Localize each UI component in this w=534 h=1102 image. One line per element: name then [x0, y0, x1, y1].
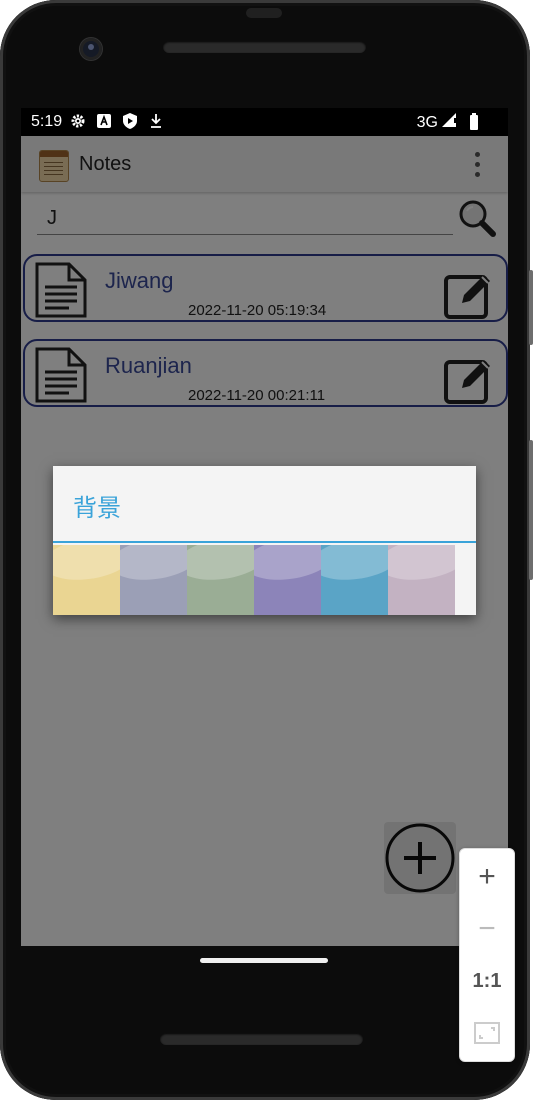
battery-icon — [470, 113, 478, 130]
zoom-controls: + − 1:1 — [459, 848, 515, 1062]
actual-size-button[interactable]: 1:1 — [460, 957, 514, 1005]
swatch-pink[interactable] — [388, 545, 455, 615]
background-picker-dialog: 背景 — [53, 466, 476, 615]
fit-screen-icon[interactable] — [460, 1009, 514, 1057]
shield-icon — [122, 113, 138, 129]
swatch-grey-blue[interactable] — [120, 545, 187, 615]
front-camera-icon — [80, 38, 102, 60]
speaker-slot — [246, 8, 282, 18]
dialog-divider — [53, 541, 476, 543]
download-icon — [148, 113, 164, 129]
app-screen: Notes Jiwang 2022-11-20 05:19:34 — [21, 136, 508, 946]
status-bar: 5:19 3G — [21, 108, 508, 136]
swatch-blue[interactable] — [321, 545, 388, 615]
signal-icon — [442, 113, 458, 132]
swatch-yellow[interactable] — [53, 545, 120, 615]
swatch-green[interactable] — [187, 545, 254, 615]
status-time: 5:19 — [31, 113, 63, 130]
zoom-in-button[interactable]: + — [460, 853, 514, 901]
gear-icon — [70, 113, 86, 129]
dialog-title: 背景 — [73, 494, 121, 522]
earpiece-grille — [163, 41, 366, 53]
swatch-list — [53, 545, 455, 615]
volume-button — [529, 270, 533, 345]
network-type: 3G — [416, 113, 438, 131]
home-gesture-bar[interactable] — [200, 958, 328, 963]
zoom-out-button[interactable]: − — [460, 905, 514, 953]
a-notification-icon — [96, 113, 112, 129]
bottom-speaker-grille — [160, 1033, 363, 1045]
swatch-purple[interactable] — [254, 545, 321, 615]
power-button — [529, 440, 533, 580]
